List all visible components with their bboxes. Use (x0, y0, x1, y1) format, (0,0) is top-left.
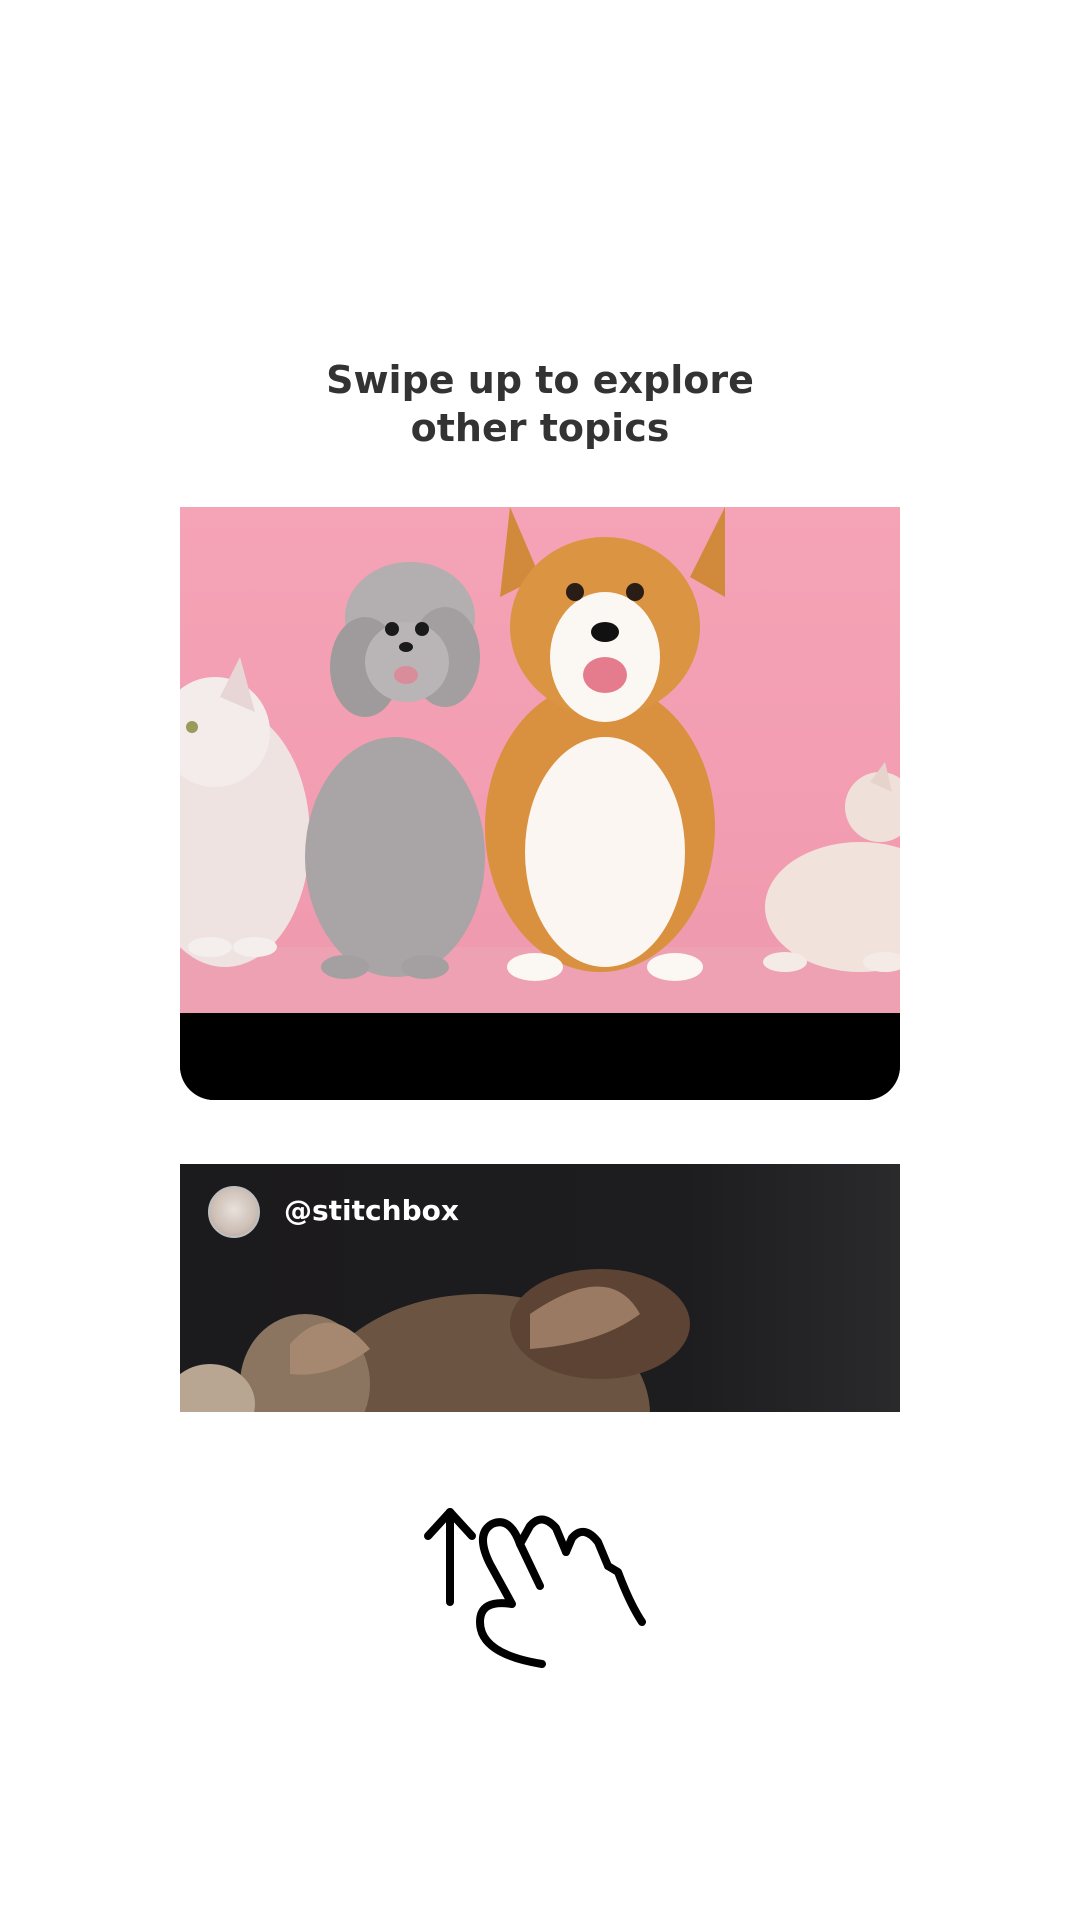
kitten-photo (180, 1269, 690, 1412)
swipe-instruction-line-2: other topics (410, 406, 670, 450)
pets-photo (180, 507, 900, 1013)
swipe-instruction-line-1: Swipe up to explore (326, 358, 754, 402)
poodle (305, 562, 485, 979)
card-footer (180, 1013, 900, 1100)
current-post-card[interactable] (180, 507, 900, 1100)
cat-right (763, 762, 900, 972)
swipe-up-arrow-icon (424, 1508, 476, 1606)
swipe-up-gesture (420, 1494, 670, 1674)
swipe-instruction-title: Swipe up to explore other topics (0, 356, 1080, 452)
user-avatar[interactable] (208, 1186, 260, 1238)
hand-gesture-icon (476, 1515, 646, 1668)
next-post-preview[interactable]: @stitchbox (180, 1164, 900, 1412)
cat-left (180, 657, 310, 967)
username[interactable]: @stitchbox (284, 1194, 459, 1227)
corgi (485, 507, 725, 981)
